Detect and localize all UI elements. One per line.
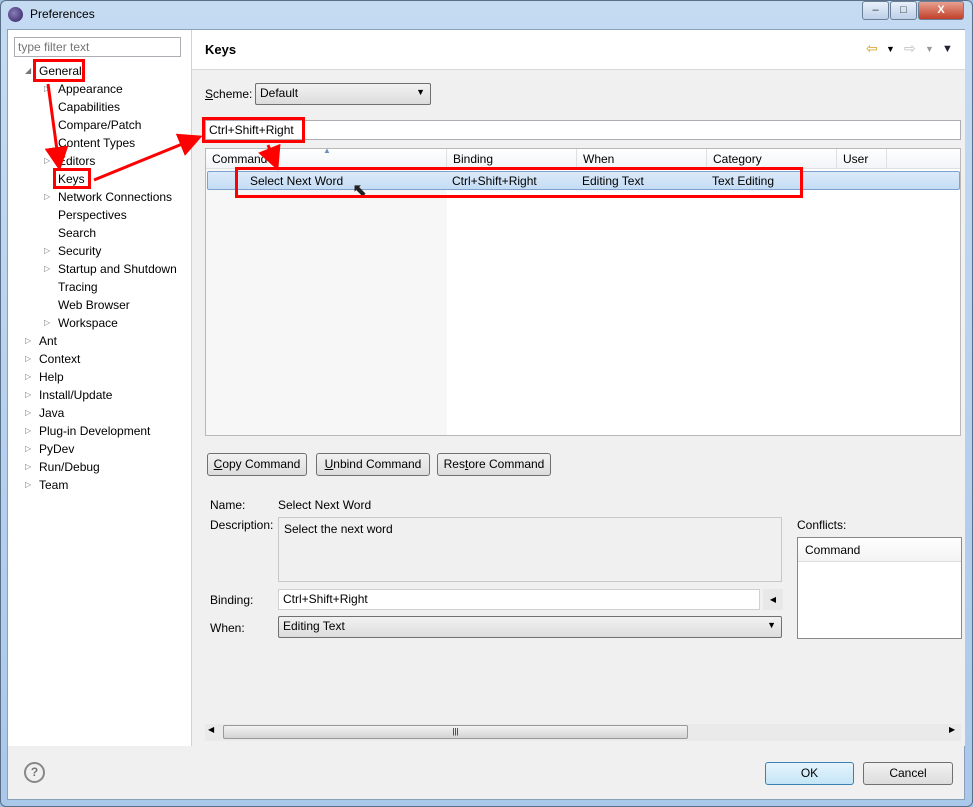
annotation-arrows bbox=[44, 83, 281, 182]
arrow-search-to-row bbox=[258, 143, 281, 171]
arrow-general-to-keys bbox=[44, 83, 69, 171]
arrow-keys-to-search bbox=[93, 133, 203, 182]
